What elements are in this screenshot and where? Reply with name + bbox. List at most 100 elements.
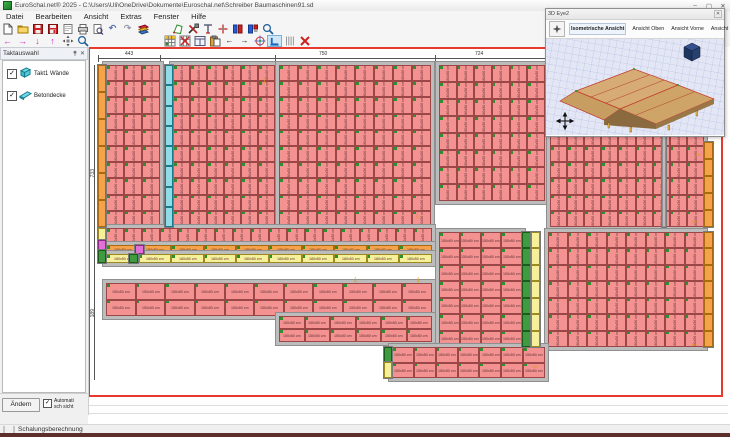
formwork-panel[interactable]: 150x50 cm	[439, 265, 460, 281]
formwork-panel[interactable]: 180x50 cm	[399, 254, 432, 263]
page-setup-button[interactable]	[60, 23, 75, 35]
formwork-panel[interactable]: 150x50 cm	[195, 283, 225, 300]
viewer-3d-viewport[interactable]	[546, 39, 724, 135]
magenta-filler-strip[interactable]	[135, 245, 144, 254]
formwork-panel[interactable]: 180x50 cm	[317, 211, 336, 227]
formwork-panel[interactable]: 180x50 cm	[510, 82, 528, 99]
formwork-panel[interactable]: 180x50 cm	[317, 195, 336, 211]
formwork-panel[interactable]: 180x50 cm	[106, 245, 139, 254]
formwork-panel[interactable]: 180x50 cm	[492, 116, 510, 133]
formwork-panel[interactable]: 180x50 cm	[587, 331, 607, 347]
formwork-panel[interactable]: 180x50 cm	[124, 211, 142, 227]
formwork-panel[interactable]: 180x50 cm	[374, 146, 393, 162]
formwork-panel[interactable]: 150x50 cm	[356, 316, 382, 329]
formwork-panel[interactable]: 180x50 cm	[457, 99, 475, 116]
formwork-panel[interactable]: 180x50 cm	[587, 232, 607, 248]
formwork-panel[interactable]: 180x50 cm	[548, 314, 568, 330]
formwork-panel[interactable]: 180x50 cm	[336, 178, 355, 194]
formwork-panel[interactable]: 180x50 cm	[393, 114, 412, 130]
clipboard-paste-button[interactable]	[207, 35, 222, 47]
formwork-panel[interactable]: 180x50 cm	[241, 195, 258, 211]
formwork-panel[interactable]: 180x50 cm	[439, 99, 457, 116]
target-reference-button[interactable]	[252, 35, 267, 47]
formwork-panel[interactable]: 180x50 cm	[457, 116, 475, 133]
formwork-panel[interactable]: 180x50 cm	[492, 99, 510, 116]
formwork-panel[interactable]: 180x50 cm	[207, 65, 224, 81]
step-back-button[interactable]: ←	[222, 35, 237, 47]
tools-button[interactable]	[185, 23, 200, 35]
formwork-panel[interactable]: 180x50 cm	[160, 228, 178, 245]
formwork-panel[interactable]: 180x50 cm	[457, 133, 475, 150]
formwork-panel[interactable]: 150x50 cm	[279, 329, 305, 342]
formwork-panel[interactable]: 180x50 cm	[527, 150, 545, 167]
formwork-panel[interactable]: 180x50 cm	[355, 211, 374, 227]
formwork-panel[interactable]: 180x50 cm	[626, 331, 646, 347]
formwork-panel[interactable]: 150x50 cm	[106, 300, 136, 317]
formwork-panel[interactable]: 180x50 cm	[355, 195, 374, 211]
wall-elements-button[interactable]	[230, 23, 245, 35]
formwork-panel[interactable]: 180x50 cm	[173, 130, 190, 146]
menu-item-bearbeiten[interactable]: Bearbeiten	[30, 12, 78, 21]
formwork-panel[interactable]: 180x50 cm	[336, 195, 355, 211]
formwork-panel[interactable]: 180x50 cm	[241, 97, 258, 113]
formwork-panel[interactable]: 180x50 cm	[355, 146, 374, 162]
formwork-panel[interactable]: 180x50 cm	[636, 211, 653, 227]
formwork-panel[interactable]: 180x50 cm	[527, 65, 545, 82]
grid-delete-button[interactable]	[177, 35, 192, 47]
formwork-panel[interactable]: 180x50 cm	[587, 265, 607, 281]
formwork-panel[interactable]: 180x50 cm	[336, 81, 355, 97]
formwork-panel[interactable]: 150x50 cm	[225, 283, 255, 300]
formwork-panel[interactable]: 180x50 cm	[685, 248, 705, 264]
formwork-panel[interactable]: 180x50 cm	[258, 97, 275, 113]
formwork-panel[interactable]: 180x50 cm	[317, 162, 336, 178]
formwork-panel[interactable]: 180x50 cm	[258, 114, 275, 130]
viewer-3d-window[interactable]: 3D Eye2 ✕ Isometrische AnsichtAnsicht Ob…	[545, 8, 725, 137]
formwork-panel[interactable]: 180x50 cm	[601, 162, 618, 178]
formwork-panel[interactable]: 150x50 cm	[305, 329, 331, 342]
formwork-panel[interactable]: 180x50 cm	[173, 146, 190, 162]
formwork-panel[interactable]: 180x50 cm	[224, 162, 241, 178]
formwork-panel[interactable]: 180x50 cm	[474, 184, 492, 201]
formwork-panel[interactable]: 150x50 cm	[501, 314, 522, 330]
formwork-panel[interactable]: 150x50 cm	[481, 248, 502, 264]
formwork-panel[interactable]: 180x50 cm	[665, 265, 685, 281]
formwork-panel[interactable]: 180x50 cm	[374, 81, 393, 97]
formwork-panel[interactable]: 180x50 cm	[258, 130, 275, 146]
formwork-panel[interactable]: 180x50 cm	[412, 130, 431, 146]
formwork-panel[interactable]: 180x50 cm	[302, 254, 335, 263]
formwork-panel[interactable]: 180x50 cm	[279, 146, 298, 162]
formwork-panel[interactable]: 180x50 cm	[142, 130, 160, 146]
redo-button[interactable]: ↷	[120, 23, 135, 35]
formwork-panel[interactable]: 180x50 cm	[393, 162, 412, 178]
formwork-panel[interactable]: 180x50 cm	[492, 167, 510, 184]
yellow-filler-strip[interactable]	[384, 362, 392, 378]
formwork-panel[interactable]: 180x50 cm	[106, 178, 124, 194]
formwork-panel[interactable]: 180x50 cm	[636, 146, 653, 162]
formwork-panel[interactable]: 180x50 cm	[190, 211, 207, 227]
formwork-panel[interactable]: 180x50 cm	[279, 81, 298, 97]
formwork-panel[interactable]: 180x50 cm	[568, 265, 588, 281]
formwork-panel[interactable]: 180x50 cm	[548, 281, 568, 297]
formwork-panel[interactable]: 180x50 cm	[492, 184, 510, 201]
formwork-panel[interactable]: 180x50 cm	[607, 314, 627, 330]
formwork-panel[interactable]: 180x50 cm	[336, 114, 355, 130]
formwork-panel[interactable]: 180x50 cm	[190, 195, 207, 211]
change-button[interactable]: Ändern	[2, 398, 40, 412]
formwork-panel[interactable]: 180x50 cm	[510, 65, 528, 82]
orange-filler-strip[interactable]	[704, 142, 713, 227]
formwork-panel[interactable]: 180x50 cm	[374, 130, 393, 146]
view-tab-ansicht-seite[interactable]: Ansicht Seite	[710, 24, 730, 34]
formwork-panel[interactable]: 180x50 cm	[317, 114, 336, 130]
formwork-panel[interactable]: 150x50 cm	[479, 347, 501, 363]
formwork-panel[interactable]: 180x50 cm	[173, 65, 190, 81]
delete-button[interactable]	[297, 35, 312, 47]
formwork-panel[interactable]: 180x50 cm	[142, 195, 160, 211]
formwork-panel[interactable]: 180x50 cm	[527, 99, 545, 116]
formwork-panel[interactable]: 180x50 cm	[685, 232, 705, 248]
formwork-panel[interactable]: 180x50 cm	[298, 97, 317, 113]
formwork-panel[interactable]: 180x50 cm	[584, 195, 601, 211]
formwork-panel[interactable]: 180x50 cm	[124, 81, 142, 97]
formwork-panel[interactable]: 180x50 cm	[317, 97, 336, 113]
formwork-panel[interactable]: 180x50 cm	[412, 65, 431, 81]
formwork-panel[interactable]: 180x50 cm	[378, 228, 396, 245]
